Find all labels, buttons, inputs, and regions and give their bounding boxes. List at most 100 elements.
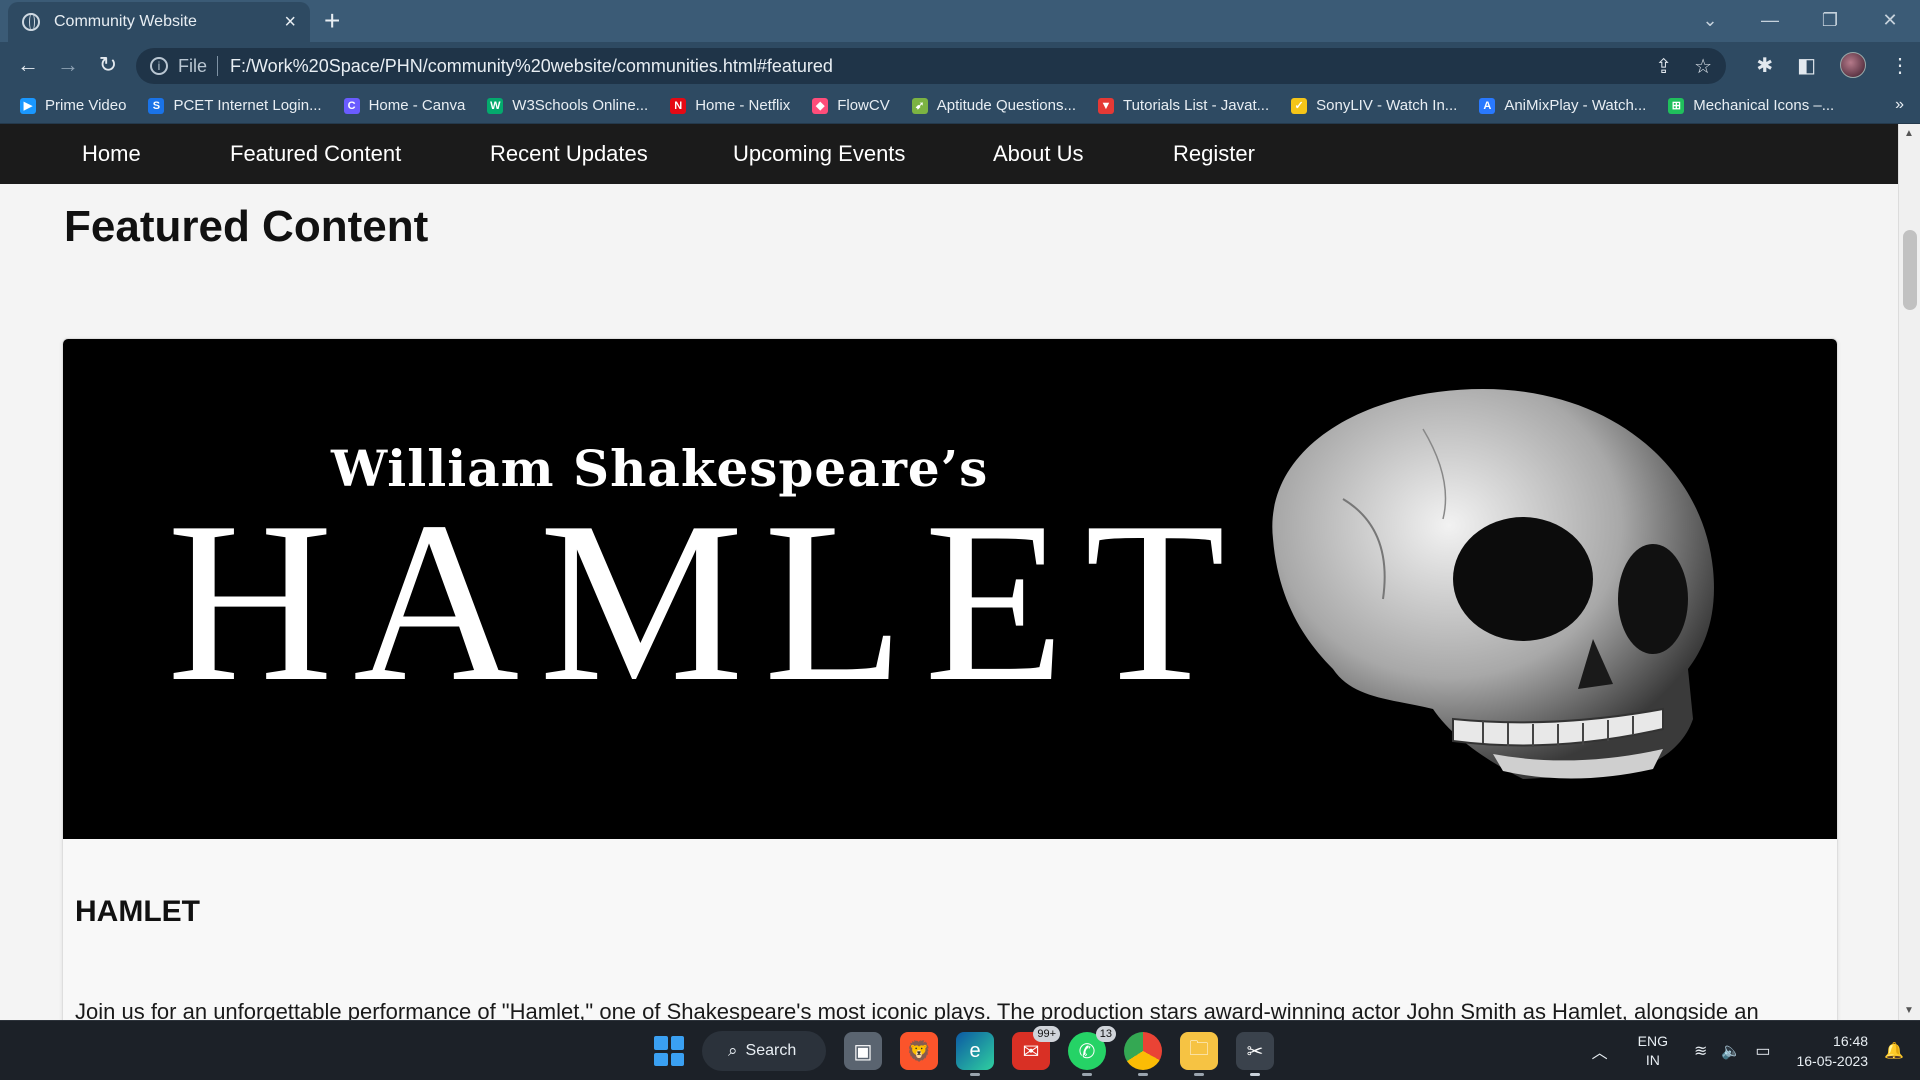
region-code: IN <box>1645 1052 1660 1068</box>
scrollbar-thumb[interactable] <box>1903 230 1917 310</box>
language-indicator[interactable]: ENG IN <box>1638 1032 1668 1070</box>
new-tab-button[interactable]: + <box>324 6 340 36</box>
windows-taskbar: ⌕ Search ▣ 🦁 e ✉ 99+ ✆ 13 🗀 ✂ ︿ ENG IN ≋ 🔈… <box>0 1020 1920 1080</box>
bookmark-favicon-icon: ▶ <box>20 97 36 114</box>
bookmark-favicon-icon: A <box>1479 97 1496 114</box>
extensions-icon[interactable]: ✱ <box>1756 53 1773 78</box>
whatsapp-icon[interactable]: ✆ 13 <box>1068 1026 1116 1076</box>
more-bookmarks-icon[interactable]: » <box>1895 96 1904 114</box>
tab-title: Community Website <box>54 13 197 30</box>
bookmark-label: Home - Canva <box>368 97 466 114</box>
bookmark-label: Prime Video <box>45 97 127 114</box>
bookmark-label: SonyLIV - Watch In... <box>1316 97 1458 114</box>
clock-time: 16:48 <box>1833 1033 1869 1049</box>
bookmark-item[interactable]: ▶ Prime Video <box>20 97 126 114</box>
show-hidden-icons-icon[interactable]: ︿ <box>1592 1039 1608 1063</box>
nav-upcoming-events[interactable]: Upcoming Events <box>733 141 993 167</box>
close-tab-icon[interactable]: × <box>284 11 296 34</box>
side-panel-icon[interactable]: ◧ <box>1797 53 1816 78</box>
scroll-up-arrow-icon[interactable]: ▲ <box>1904 128 1914 139</box>
reload-button[interactable]: ↻ <box>88 52 128 78</box>
bookmark-favicon-icon: ✓ <box>1291 97 1308 114</box>
scroll-down-arrow-icon[interactable]: ▼ <box>1904 1005 1914 1016</box>
toolbar-right: ✱ ◧ ⋮ <box>1756 42 1910 88</box>
minimize-button[interactable]: — <box>1740 10 1800 31</box>
bookmark-item[interactable]: A AniMixPlay - Watch... <box>1479 97 1646 114</box>
globe-icon <box>22 13 40 31</box>
site-info-icon[interactable]: i <box>150 57 168 75</box>
url-scheme: File <box>178 55 208 76</box>
page-scrollbar[interactable]: ▲ ▼ <box>1898 124 1920 1020</box>
mail-badge: 99+ <box>1033 1026 1060 1042</box>
nav-register[interactable]: Register <box>1173 141 1255 167</box>
clock-date: 16-05-2023 <box>1796 1053 1869 1069</box>
browser-tab[interactable]: Community Website × <box>8 2 310 42</box>
notification-bell-icon[interactable]: 🔔 <box>1884 1041 1904 1061</box>
banner-title: HAMLET <box>167 474 1246 729</box>
bookmark-label: AniMixPlay - Watch... <box>1504 97 1647 114</box>
taskbar-search[interactable]: ⌕ Search <box>702 1031 826 1071</box>
bookmark-star-icon[interactable]: ☆ <box>1694 54 1712 79</box>
bookmark-item[interactable]: ⊞ Mechanical Icons –... <box>1668 97 1834 114</box>
bookmark-favicon-icon: N <box>670 97 687 114</box>
volume-icon[interactable]: 🔈 <box>1721 1041 1741 1061</box>
tray-icons[interactable]: ≋ 🔈 ▭ <box>1694 1041 1770 1061</box>
close-window-button[interactable]: ✕ <box>1860 10 1920 31</box>
file-explorer-icon[interactable]: 🗀 <box>1180 1032 1218 1076</box>
snipping-tool-icon[interactable]: ✂ <box>1236 1032 1274 1076</box>
battery-icon[interactable]: ▭ <box>1755 1041 1770 1061</box>
edge-browser-icon[interactable]: e <box>956 1032 994 1076</box>
card-description: Join us for an unforgettable performance… <box>75 999 1759 1020</box>
system-tray: ︿ ENG IN ≋ 🔈 ▭ 16:48 16-05-2023 🔔 <box>1592 1021 1920 1080</box>
bookmark-label: PCET Internet Login... <box>173 97 322 114</box>
menu-icon[interactable]: ⋮ <box>1890 53 1910 78</box>
search-icon: ⌕ <box>728 1041 738 1060</box>
featured-card: William Shakespeare’s HAMLET HAMLET Join… <box>62 338 1838 1020</box>
nav-recent-updates[interactable]: Recent Updates <box>490 141 733 167</box>
page-viewport: Home Featured Content Recent Updates Upc… <box>0 124 1920 1020</box>
restore-button[interactable]: ❐ <box>1800 10 1860 31</box>
forward-button[interactable]: → <box>48 52 88 78</box>
clock[interactable]: 16:48 16-05-2023 <box>1796 1031 1868 1071</box>
nav-featured-content[interactable]: Featured Content <box>230 141 490 167</box>
task-view-icon[interactable]: ▣ <box>844 1032 882 1070</box>
hamlet-banner-image: William Shakespeare’s HAMLET <box>63 339 1837 839</box>
bookmark-label: FlowCV <box>837 97 890 114</box>
tab-strip: Community Website × + ⌄ — ❐ ✕ <box>0 0 1920 42</box>
brave-browser-icon[interactable]: 🦁 <box>900 1032 938 1070</box>
bookmark-favicon-icon: ◆ <box>812 97 829 114</box>
chrome-browser-icon[interactable] <box>1124 1032 1162 1076</box>
bookmark-item[interactable]: C Home - Canva <box>343 97 466 114</box>
language-code: ENG <box>1637 1033 1668 1049</box>
profile-avatar[interactable] <box>1840 52 1866 78</box>
bookmark-item[interactable]: ➹ Aptitude Questions... <box>911 97 1076 114</box>
browser-toolbar: ← → ↻ i File F:/Work%20Space/PHN/communi… <box>0 42 1920 88</box>
whatsapp-badge: 13 <box>1095 1026 1116 1042</box>
bookmark-label: W3Schools Online... <box>512 97 649 114</box>
bookmark-item[interactable]: N Home - Netflix <box>670 97 790 114</box>
nav-home[interactable]: Home <box>82 141 230 167</box>
bookmark-label: Tutorials List - Javat... <box>1122 97 1270 114</box>
address-bar[interactable]: i File F:/Work%20Space/PHN/community%20w… <box>136 48 1726 84</box>
wifi-icon[interactable]: ≋ <box>1694 1041 1707 1061</box>
bookmark-favicon-icon: ⊞ <box>1668 97 1685 114</box>
card-title: HAMLET <box>75 895 200 928</box>
bookmark-item[interactable]: ✓ SonyLIV - Watch In... <box>1291 97 1457 114</box>
back-button[interactable]: ← <box>8 52 48 78</box>
bookmark-item[interactable]: ▼ Tutorials List - Javat... <box>1097 97 1270 114</box>
bookmark-favicon-icon: ▼ <box>1097 97 1114 114</box>
share-icon[interactable]: ⇪ <box>1655 54 1672 79</box>
skull-illustration <box>1272 389 1714 779</box>
start-button[interactable] <box>654 1036 684 1066</box>
site-navbar: Home Featured Content Recent Updates Upc… <box>0 124 1898 184</box>
mail-icon[interactable]: ✉ 99+ <box>1012 1026 1060 1070</box>
bookmark-item[interactable]: W W3Schools Online... <box>487 97 648 114</box>
omnibox-actions: ⇪ ☆ <box>1655 48 1712 84</box>
tab-search-icon[interactable]: ⌄ <box>1680 10 1740 31</box>
bookmark-favicon-icon: ➹ <box>911 97 928 114</box>
bookmark-item[interactable]: S PCET Internet Login... <box>148 97 322 114</box>
url-text[interactable]: F:/Work%20Space/PHN/community%20website/… <box>230 56 833 77</box>
bookmark-item[interactable]: ◆ FlowCV <box>812 97 890 114</box>
bookmark-label: Mechanical Icons –... <box>1693 97 1835 114</box>
nav-about-us[interactable]: About Us <box>993 141 1173 167</box>
